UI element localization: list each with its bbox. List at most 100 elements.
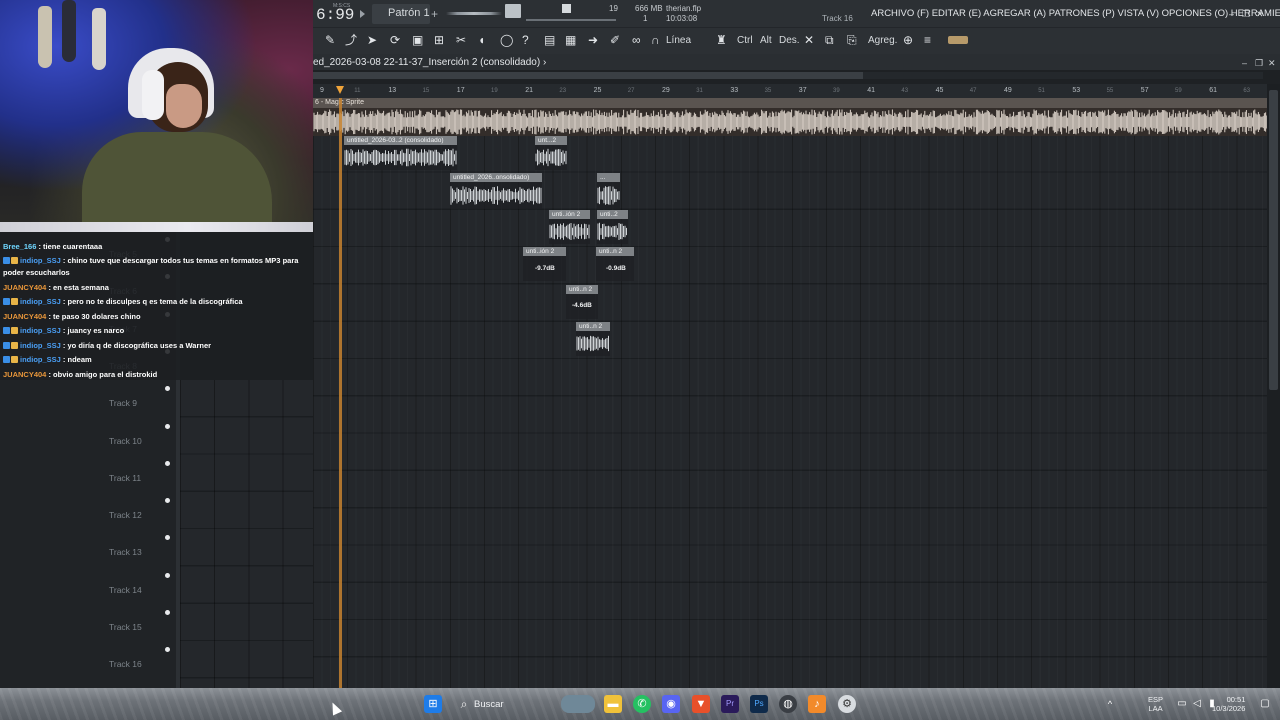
copy-icon[interactable]: ⧉ [825, 33, 834, 47]
horizontal-scrollbar[interactable] [863, 72, 1263, 79]
pattern-selector[interactable]: Patrón 1 [372, 4, 430, 24]
pencil-icon[interactable]: ✎ [325, 33, 335, 47]
widgets-icon[interactable] [561, 695, 595, 713]
audio-clip[interactable]: unti..2 [597, 210, 628, 244]
chat-username[interactable]: indiop_SSJ [20, 297, 61, 306]
paint-brush-icon[interactable]: ⤴ [345, 33, 357, 47]
file-explorer-icon[interactable]: ▬ [604, 695, 622, 713]
snap-mode[interactable]: Línea [666, 35, 691, 46]
track-name[interactable]: Track 9 [109, 398, 137, 408]
chat-username[interactable]: JUANCY404 [3, 312, 46, 321]
track-name[interactable]: Track 11 [109, 473, 141, 483]
window-icon[interactable]: ▤ [544, 33, 555, 47]
add-button[interactable]: Agreg. [868, 35, 897, 46]
audio-clip[interactable]: unti..n 2 [596, 247, 634, 281]
photoshop-icon[interactable]: Ps [750, 695, 768, 713]
edit-icon[interactable]: ✐ [610, 33, 620, 47]
color-swatch[interactable] [948, 36, 968, 44]
chat-username[interactable]: indiop_SSJ [20, 256, 61, 265]
waveform [597, 186, 620, 205]
chat-username[interactable]: indiop_SSJ [20, 355, 61, 364]
piano-roll-icon[interactable]: ▦ [565, 33, 576, 47]
obs-icon[interactable]: ◍ [779, 695, 797, 713]
chat-username[interactable]: indiop_SSJ [20, 326, 61, 335]
audio-clip[interactable]: untitled_2026..onsolidado) [450, 173, 542, 209]
audio-clip-main[interactable] [313, 108, 1267, 136]
playhead-marker[interactable] [336, 86, 344, 94]
link-icon[interactable]: ∞ [632, 33, 641, 47]
minimize-icon[interactable]: – [1229, 9, 1234, 19]
whatsapp-icon[interactable]: ✆ [633, 695, 651, 713]
audio-clip[interactable]: unti..n 2 [576, 322, 610, 356]
playlist-close-icon[interactable]: ✕ [1268, 58, 1276, 69]
chat-username[interactable]: indiop_SSJ [20, 341, 61, 350]
search-icon[interactable]: ⌕ [455, 695, 473, 713]
master-pitch-knob[interactable] [562, 4, 571, 13]
mixer-icon[interactable]: ⊞ [434, 33, 444, 47]
delete-icon[interactable]: ✕ [804, 33, 814, 47]
settings-gear-icon[interactable]: ⚙ [838, 695, 856, 713]
chat-text: juancy es narco [67, 326, 125, 335]
audio-clip[interactable]: unt...2 [535, 136, 567, 170]
track-name[interactable]: Track 15 [109, 622, 142, 632]
track-mute-indicator[interactable] [165, 572, 170, 578]
playlist-title-text: ed_2026-03-08 22-11-37_Inserción 2 (cons… [313, 57, 541, 68]
audio-clip-header[interactable]: 6 - Magic Sprite [313, 98, 1267, 108]
track-mute-indicator[interactable] [165, 423, 170, 429]
language-indicator[interactable]: ESP LAA [1148, 695, 1163, 713]
track-name[interactable]: Track 14 [109, 585, 142, 595]
audio-clip[interactable]: untitled_2026-03..2 (consolidado) [344, 136, 457, 170]
ctrl-button[interactable]: Ctrl [737, 35, 753, 46]
stamp-icon[interactable]: ♜ [716, 33, 727, 47]
track-name[interactable]: Track 10 [109, 436, 142, 446]
audio-clip[interactable]: ... [597, 173, 620, 209]
add-pattern-icon[interactable]: + [431, 7, 438, 21]
magnet-icon[interactable]: ∩ [651, 33, 660, 47]
playlist-minimize-icon[interactable]: – [1242, 58, 1247, 68]
discord-icon[interactable]: ◉ [662, 695, 680, 713]
playlist-grid-left[interactable] [180, 380, 313, 688]
comment-icon[interactable]: ◯ [500, 33, 513, 47]
premiere-icon[interactable]: Pr [721, 695, 739, 713]
windows-start-icon[interactable]: ⊞ [424, 695, 442, 713]
close-icon[interactable]: ✕ [1256, 9, 1264, 20]
bar-number: 33 [730, 87, 739, 94]
chat-username[interactable]: Bree_166 [3, 242, 36, 251]
paste-icon[interactable]: ⎘ [847, 33, 857, 47]
play-arrow-icon[interactable] [360, 10, 365, 18]
fader-icon[interactable]: ⊕ [903, 33, 913, 47]
system-clock[interactable]: 00:51 10/3/2026 [1212, 695, 1245, 713]
help-icon[interactable]: ? [522, 33, 529, 47]
horizontal-scrollbar-thumb[interactable] [313, 72, 863, 79]
arrow-tool-icon[interactable]: ➤ [367, 33, 377, 47]
track-mute-indicator[interactable] [165, 610, 170, 615]
cut-icon[interactable]: ✂ [456, 33, 466, 47]
brave-icon[interactable]: ▼ [692, 695, 710, 713]
playhead-line[interactable] [339, 98, 342, 688]
master-volume-knob[interactable] [505, 4, 521, 18]
alt-button[interactable]: Alt [760, 35, 772, 46]
fl-studio-icon[interactable]: ♪ [808, 695, 826, 713]
chevron-up-icon[interactable]: ^ [1101, 695, 1119, 713]
notification-icon[interactable]: ▢ [1256, 695, 1274, 713]
track-name[interactable]: Track 13 [109, 547, 142, 557]
track-name[interactable]: Track 16 [109, 659, 142, 669]
chat-username[interactable]: JUANCY404 [3, 283, 46, 292]
audio-clip[interactable]: unti..ión 2 [523, 247, 566, 281]
arrow-right-icon[interactable]: ➜ [588, 33, 598, 47]
track-name[interactable]: Track 12 [109, 510, 142, 520]
deselect-button[interactable]: Des. [779, 35, 800, 46]
vertical-scrollbar-thumb[interactable] [1269, 90, 1278, 390]
save-icon[interactable]: ▣ [412, 33, 423, 47]
chat-username[interactable]: JUANCY404 [3, 370, 46, 379]
playlist-restore-icon[interactable]: ❐ [1255, 58, 1263, 69]
restore-icon[interactable]: ❐ [1242, 9, 1250, 20]
loop-icon[interactable]: ⟳ [390, 33, 400, 47]
track-mute-indicator[interactable] [165, 460, 170, 466]
chat-badge-icon [11, 298, 18, 305]
audio-clip[interactable]: unti..ión 2 [549, 210, 590, 244]
main-menu[interactable]: ARCHIVO (F) EDITAR (E) AGREGAR (A) PATRO… [871, 8, 1280, 19]
list-icon[interactable]: ≡ [924, 33, 931, 47]
search-box[interactable]: Buscar [474, 699, 504, 710]
microphone-icon[interactable]: ◖ [478, 33, 485, 47]
